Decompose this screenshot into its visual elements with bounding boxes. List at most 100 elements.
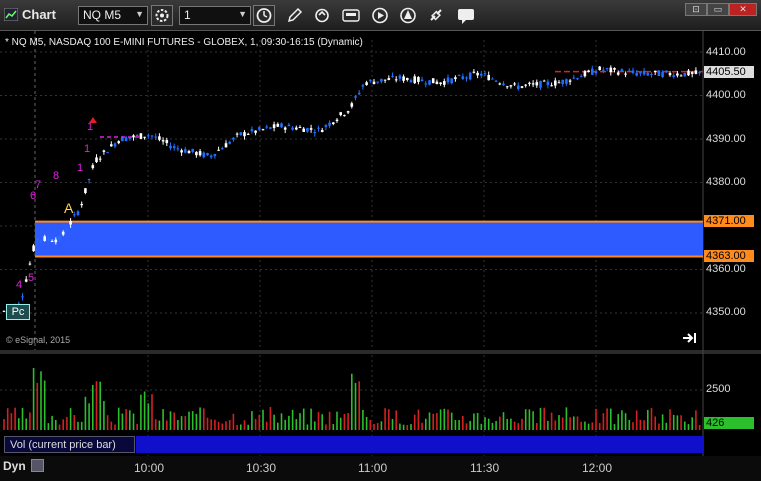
volume-bar <box>450 412 453 430</box>
candle-body <box>84 188 87 193</box>
candle-body <box>154 136 157 138</box>
candle-body <box>254 130 257 133</box>
volume-bar <box>487 418 490 430</box>
candle-body <box>302 128 305 133</box>
volume-bar <box>280 413 283 430</box>
restore-button[interactable]: ▭ <box>707 3 729 16</box>
volume-bar <box>684 421 686 430</box>
candle-body <box>483 73 487 75</box>
volume-bar <box>136 423 138 430</box>
volume-bar <box>524 409 527 430</box>
candle-body <box>457 75 461 77</box>
pin-button[interactable]: ⊡ <box>685 3 707 16</box>
volume-bar <box>506 418 508 430</box>
volume-bar <box>114 424 116 430</box>
volume-bar <box>351 373 353 430</box>
volume-bar <box>672 414 675 430</box>
volume-bar <box>565 407 568 430</box>
volume-panel-label[interactable]: Vol (current price bar) <box>4 436 135 453</box>
candle-body <box>487 74 490 81</box>
candle-body <box>406 77 409 80</box>
volume-bar <box>399 423 401 430</box>
candle-body <box>54 239 58 243</box>
scroll-to-end-icon[interactable] <box>682 331 698 345</box>
candle-body <box>143 136 146 138</box>
candle-body <box>546 81 550 86</box>
volume-bar <box>243 420 246 430</box>
volume-bar <box>632 422 634 430</box>
candle-body <box>169 145 172 149</box>
candle-body <box>98 158 102 160</box>
play-icon[interactable] <box>369 5 391 26</box>
candle-body <box>128 137 132 139</box>
volume-bar <box>162 409 164 430</box>
volume-bar <box>265 421 268 430</box>
candle-body <box>58 235 61 241</box>
quote-icon[interactable] <box>340 5 362 26</box>
volume-panel-strip <box>136 436 704 453</box>
volume-bar <box>321 414 323 430</box>
price-chart[interactable] <box>0 31 761 456</box>
volume-bar <box>665 422 668 430</box>
volume-bar <box>232 413 235 430</box>
chevron-down-icon[interactable]: ▼ <box>135 9 144 19</box>
volume-bar <box>576 416 579 430</box>
price-tick: 4350.00 <box>706 306 746 318</box>
candle-body <box>639 72 642 74</box>
symbol-input[interactable]: NQ M5 ▼ <box>78 6 148 25</box>
volume-bar <box>362 409 364 430</box>
volume-bar <box>240 424 242 430</box>
lock-icon[interactable] <box>31 459 44 472</box>
volume-bar <box>617 414 619 430</box>
volume-bar <box>347 413 349 430</box>
volume-bar <box>606 408 608 430</box>
volume-bar <box>140 394 142 430</box>
volume-bar <box>421 422 423 430</box>
message-icon[interactable] <box>455 5 477 26</box>
volume-bar <box>428 412 431 430</box>
volume-bar <box>491 422 494 430</box>
candle-body <box>594 71 598 74</box>
candle-body <box>579 76 583 78</box>
volume-bar <box>225 421 227 430</box>
chevron-down-icon[interactable]: ▼ <box>238 9 247 19</box>
interval-input[interactable]: 1 ▼ <box>179 6 251 25</box>
volume-bar <box>121 413 124 430</box>
volume-bar <box>595 408 597 430</box>
volume-bar <box>262 409 264 430</box>
candle-body <box>642 70 646 75</box>
volume-bar <box>210 419 212 430</box>
count-label: 7 <box>35 179 42 191</box>
refresh-icon[interactable] <box>311 5 333 26</box>
link-icon[interactable] <box>425 5 447 26</box>
candle-body <box>409 80 413 83</box>
candle-body <box>354 96 357 98</box>
candle-body <box>265 126 268 128</box>
gear-icon[interactable] <box>151 5 173 26</box>
candle-body <box>361 85 365 87</box>
clock-icon[interactable] <box>253 5 275 26</box>
volume-bar <box>580 421 582 430</box>
candle-body <box>32 245 35 252</box>
pencil-icon[interactable] <box>284 5 306 26</box>
candle-body <box>202 152 206 158</box>
time-tick: 10:30 <box>246 461 277 475</box>
candle-body <box>280 123 283 128</box>
volume-bar <box>395 410 397 430</box>
candle-body <box>206 153 209 156</box>
candle-body <box>413 76 416 84</box>
volume-bar <box>73 414 76 430</box>
candle-body <box>587 70 590 73</box>
close-button[interactable]: ✕ <box>729 3 757 16</box>
volume-bar <box>698 424 701 430</box>
candle-body <box>165 140 169 144</box>
dynamic-mode-label[interactable]: Dyn <box>3 459 26 473</box>
candle-body <box>428 80 431 85</box>
volume-bar <box>598 423 601 430</box>
time-tick: 11:30 <box>470 461 500 475</box>
volume-bar <box>528 409 531 430</box>
candle-body <box>150 135 154 137</box>
alert-icon[interactable] <box>397 5 419 26</box>
candle-body <box>609 67 613 73</box>
candle-body <box>676 73 679 76</box>
